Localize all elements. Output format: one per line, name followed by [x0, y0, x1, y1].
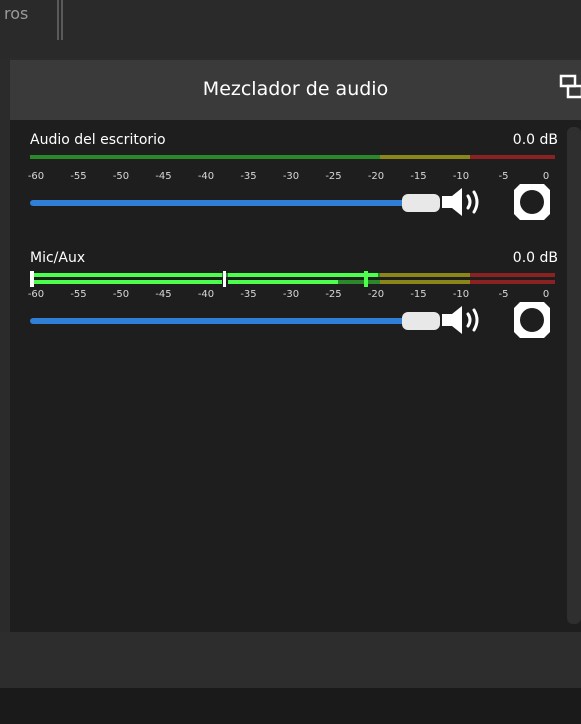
slider-handle[interactable] — [402, 312, 440, 330]
top-strip: ros — [0, 0, 581, 58]
channel-name: Mic/Aux — [30, 250, 86, 266]
meter-tick-label: -55 — [70, 289, 87, 300]
meter-scale: -60 -55 -50 -45 -40 -35 -30 -25 -20 -15 -10 -5 0 — [27, 289, 555, 303]
meter-tick-label: -45 — [155, 171, 172, 182]
gear-icon[interactable] — [512, 300, 552, 340]
slider-handle[interactable] — [402, 194, 440, 212]
meter-tick-label: -40 — [197, 289, 215, 300]
channel-desktop-audio: Audio del escritorio 0.0 dB -60 -55 -50 -45… — [20, 132, 560, 242]
footer-bar — [0, 688, 581, 724]
meter-tick-label: -30 — [282, 171, 300, 182]
dock-header: Mezclador de audio — [10, 60, 581, 120]
bottom-band — [0, 632, 581, 688]
meter-tick-label: -35 — [240, 171, 257, 182]
meter-tick-label: -5 — [498, 289, 509, 300]
meter-tick-label: -25 — [325, 171, 342, 182]
channel-db-readout: 0.0 dB — [512, 250, 558, 266]
channel-db-readout: 0.0 dB — [512, 132, 558, 148]
volume-slider[interactable] — [30, 192, 440, 214]
volume-meter — [30, 271, 555, 287]
float-dock-icon[interactable] — [559, 74, 581, 100]
gear-icon[interactable] — [512, 182, 552, 222]
meter-tick-label: -40 — [197, 171, 215, 182]
meter-scale: -60 -55 -50 -45 -40 -35 -30 -25 -20 -15 -10 -5 0 — [27, 171, 555, 185]
volume-meter — [30, 153, 555, 169]
channel-name: Audio del escritorio — [30, 132, 166, 148]
meter-tick-label: -60 — [27, 171, 45, 182]
tab-divider — [57, 0, 63, 40]
meter-tick-label: -15 — [410, 171, 427, 182]
meter-tick-label: -45 — [155, 289, 172, 300]
meter-tick-label: -20 — [367, 171, 385, 182]
meter-tick-label: -60 — [27, 289, 45, 300]
meter-tick-label: -10 — [452, 289, 470, 300]
meter-tick-label: -20 — [367, 289, 385, 300]
slider-track — [30, 200, 410, 206]
speaker-icon[interactable] — [440, 184, 486, 220]
meter-tick-label: 0 — [542, 289, 550, 300]
meter-tick-label: 0 — [542, 171, 550, 182]
meter-tick-label: -10 — [452, 171, 470, 182]
meter-tick-label: -15 — [410, 289, 427, 300]
meter-tick-label: -50 — [112, 289, 130, 300]
dock-title: Mezclador de audio — [202, 78, 389, 100]
meter-tick-label: -35 — [240, 289, 257, 300]
slider-track — [30, 318, 410, 324]
speaker-icon[interactable] — [440, 302, 486, 338]
meter-tick-label: -30 — [282, 289, 300, 300]
channel-mic-aux: Mic/Aux 0.0 dB -60 -55 -50 -45 -40 -35 -30 -25-… — [20, 250, 560, 360]
meter-tick-label: -5 — [498, 171, 509, 182]
vertical-scrollbar[interactable] — [567, 127, 581, 624]
meter-tick-label: -25 — [325, 289, 342, 300]
previous-tab-label[interactable]: ros — [4, 4, 28, 23]
volume-slider[interactable] — [30, 310, 440, 332]
meter-tick-label: -55 — [70, 171, 87, 182]
meter-tick-label: -50 — [112, 171, 130, 182]
